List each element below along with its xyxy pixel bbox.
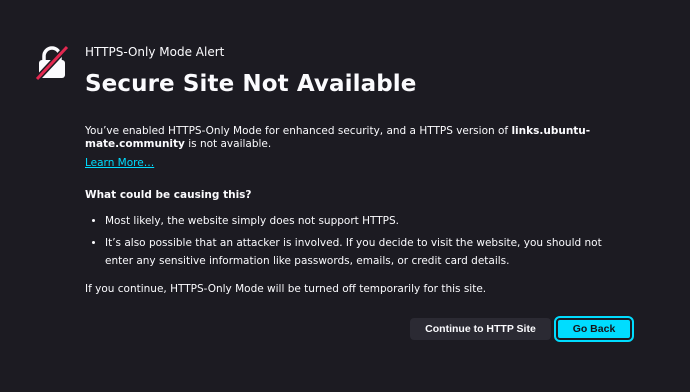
causes-list: Most likely, the website simply does not… bbox=[85, 212, 630, 270]
continue-to-http-button[interactable]: Continue to HTTP Site bbox=[410, 318, 551, 340]
https-only-error-page: HTTPS-Only Mode Alert Secure Site Not Av… bbox=[0, 0, 690, 392]
list-item: Most likely, the website simply does not… bbox=[105, 212, 630, 230]
alert-label: HTTPS-Only Mode Alert bbox=[85, 45, 225, 59]
description-prefix: You’ve enabled HTTPS-Only Mode for enhan… bbox=[85, 125, 512, 137]
list-item: It’s also possible that an attacker is i… bbox=[105, 234, 630, 270]
page-title: Secure Site Not Available bbox=[85, 71, 417, 97]
description: You’ve enabled HTTPS-Only Mode for enhan… bbox=[85, 125, 630, 151]
description-suffix: is not available. bbox=[184, 138, 272, 150]
lock-slashed-icon bbox=[34, 45, 70, 81]
continue-note: If you continue, HTTPS-Only Mode will be… bbox=[85, 283, 487, 295]
error-content: HTTPS-Only Mode Alert Secure Site Not Av… bbox=[85, 44, 630, 296]
causes-heading: What could be causing this? bbox=[85, 189, 252, 201]
go-back-button[interactable]: Go Back bbox=[554, 316, 634, 342]
learn-more-link[interactable]: Learn More… bbox=[85, 157, 154, 170]
